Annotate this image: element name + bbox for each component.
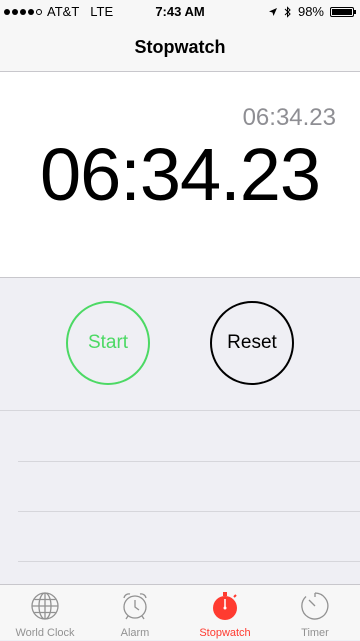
tab-label: World Clock (15, 627, 75, 639)
stopwatch-icon (213, 592, 237, 620)
lap-time: 06:34.23 (242, 104, 336, 131)
battery-percent: 98% (297, 4, 324, 19)
nav-bar: Stopwatch (0, 24, 360, 72)
battery-icon (330, 6, 356, 17)
globe-icon (31, 592, 59, 620)
reset-button-label: Reset (227, 332, 277, 353)
start-button[interactable]: Start (66, 301, 150, 385)
tab-world-clock[interactable]: World Clock (0, 585, 90, 641)
status-bar: AT&T LTE 7:43 AM 98% (0, 0, 360, 24)
location-arrow-icon (268, 7, 277, 16)
controls: Start Reset (0, 278, 360, 410)
tab-label: Stopwatch (199, 627, 251, 639)
tab-alarm[interactable]: Alarm (90, 585, 180, 641)
battery-fill (332, 8, 352, 15)
tab-stopwatch[interactable]: Stopwatch (180, 585, 270, 641)
status-right: 98% (268, 4, 356, 19)
reset-button[interactable]: Reset (210, 301, 294, 385)
lap-separator (18, 511, 360, 512)
tab-label: Timer (301, 627, 329, 639)
alarm-clock-icon (123, 593, 147, 620)
tab-timer[interactable]: Timer (270, 585, 360, 641)
start-button-label: Start (87, 332, 129, 353)
tab-label: Alarm (120, 627, 150, 639)
lap-separator (18, 461, 360, 462)
tab-bar: World Clock Alarm Stopwatch Timer (0, 584, 360, 640)
time-display-panel: 06:34.23 06:34.23 (0, 72, 360, 278)
bluetooth-icon (284, 5, 291, 18)
main-time: 06:34.23 (39, 133, 321, 216)
lap-separator (18, 561, 360, 562)
page-title: Stopwatch (134, 37, 226, 57)
timer-icon (301, 592, 329, 620)
laps-list[interactable] (0, 410, 360, 584)
